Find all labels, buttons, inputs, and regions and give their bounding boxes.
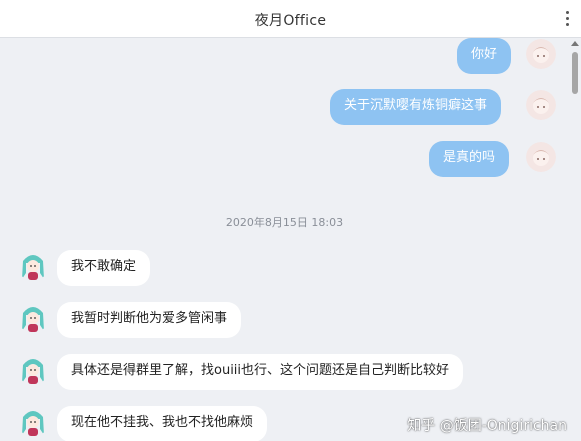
contact-avatar[interactable] <box>18 303 48 333</box>
user-avatar[interactable] <box>526 142 556 172</box>
user-avatar[interactable] <box>526 39 556 69</box>
more-vertical-icon[interactable] <box>566 11 570 27</box>
outgoing-message[interactable]: 你好 <box>457 38 512 74</box>
incoming-message[interactable]: 现在他不挂我、我也不找他麻烦 <box>57 406 268 441</box>
watermark: 知乎 @饭团-Onigirichan <box>407 418 567 434</box>
vertical-scrollbar[interactable] <box>569 38 581 441</box>
scroll-thumb[interactable] <box>572 52 578 94</box>
incoming-message[interactable]: 我暂时判断他为爱多管闲事 <box>57 302 242 338</box>
message-list[interactable]: 你好 关于沉默嘤有炼铜癖这事 是真的吗 2020年8月15日 18:03 我不敢… <box>0 38 569 441</box>
scroll-up-arrow-icon[interactable] <box>571 41 579 46</box>
outgoing-message[interactable]: 是真的吗 <box>429 141 510 177</box>
contact-avatar[interactable] <box>18 251 48 281</box>
chat-header: 夜月Office <box>0 0 581 38</box>
incoming-message[interactable]: 我不敢确定 <box>57 250 151 286</box>
outgoing-message[interactable]: 关于沉默嘤有炼铜癖这事 <box>330 89 502 125</box>
user-avatar[interactable] <box>526 90 556 120</box>
chat-title: 夜月Office <box>254 13 327 29</box>
contact-avatar[interactable] <box>18 355 48 385</box>
incoming-message[interactable]: 具体还是得群里了解，找ouiii也行、这个问题还是自己判断比较好 <box>57 354 464 390</box>
message-timestamp: 2020年8月15日 18:03 <box>225 216 344 229</box>
contact-avatar[interactable] <box>18 407 48 437</box>
